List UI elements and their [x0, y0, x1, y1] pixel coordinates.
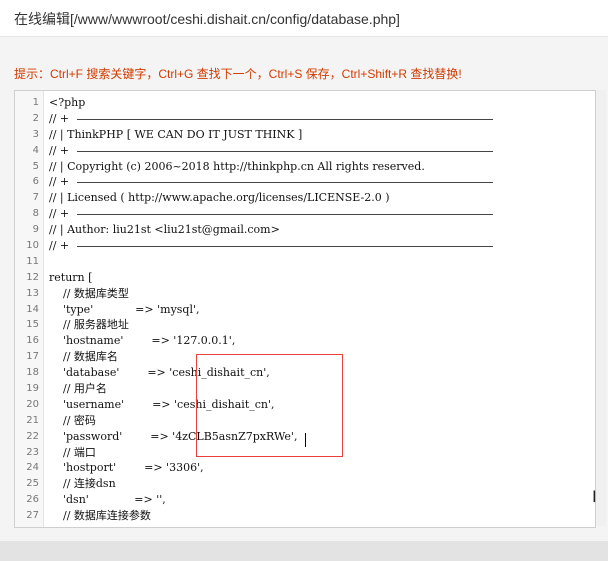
code-line[interactable]: 8 // + — [33, 206, 589, 222]
line-number: 13 — [26, 287, 39, 299]
line-number: 24 — [26, 462, 39, 474]
code-text: // + — [49, 239, 70, 253]
line-number: 11 — [26, 255, 39, 267]
window-titlebar: 在线编辑[/www/wwwroot/ceshi.dishait.cn/confi… — [0, 0, 608, 37]
code-text: 'type' => 'mysql', — [49, 302, 200, 316]
line-number: 12 — [26, 271, 39, 283]
code-text: 'hostname' => '127.0.0.1', — [49, 334, 236, 348]
code-text: // | ThinkPHP [ WE CAN DO IT JUST THINK … — [49, 127, 303, 141]
code-editor[interactable]: 1 <?php 2 // + 3 // | ThinkPHP [ WE CAN DO IT… — [14, 90, 596, 528]
code-text: // 密码 — [49, 413, 96, 427]
code-line[interactable]: 27 // 数据库连接参数 — [26, 508, 589, 524]
line-number: 20 — [26, 398, 39, 410]
line-number: 17 — [26, 351, 39, 363]
code-line[interactable]: 3 // | ThinkPHP [ WE CAN DO IT JUST THINK… — [33, 127, 589, 143]
text-cursor-icon: I — [592, 487, 597, 506]
code-line[interactable]: 4 // + — [33, 143, 589, 159]
comment-divider — [77, 246, 493, 248]
code-text: // | Copyright (c) 2006~2018 http://thin… — [49, 159, 425, 173]
code-text: 'dsn' => '', — [49, 493, 166, 507]
code-line[interactable]: 5 // | Copyright (c) 2006~2018 http://thi… — [33, 159, 589, 175]
line-number: 27 — [26, 510, 39, 522]
line-number: 10 — [26, 240, 39, 252]
code-line[interactable]: 16 'hostname' => '127.0.0.1', — [26, 333, 589, 349]
code-text: // 用户名 — [49, 382, 107, 396]
line-number: 15 — [26, 319, 39, 331]
code-text: // 数据库名 — [49, 350, 118, 364]
comment-divider — [77, 118, 493, 120]
line-number: 18 — [26, 367, 39, 379]
line-number: 2 — [32, 112, 39, 124]
line-number: 23 — [26, 446, 39, 458]
line-number: 5 — [32, 160, 39, 172]
comment-divider — [77, 214, 493, 216]
code-text: // + — [49, 175, 70, 189]
code-text: // | Licensed ( http://www.apache.org/li… — [49, 191, 390, 205]
line-number: 25 — [26, 478, 39, 490]
code-text: // 端口 — [49, 445, 96, 459]
code-line[interactable]: 15 // 服务器地址 — [26, 317, 589, 333]
code-line[interactable]: 7 // | Licensed ( http://www.apache.org/l… — [33, 190, 589, 206]
code-line[interactable]: 24 'hostport' => '3306', — [26, 460, 589, 476]
line-number: 3 — [32, 128, 39, 140]
bottom-strip — [0, 541, 608, 561]
shortcut-hint: 提示：Ctrl+F 搜索关键字，Ctrl+G 查找下一个，Ctrl+S 保存，C… — [14, 67, 462, 81]
line-number: 14 — [26, 303, 39, 315]
code-line[interactable]: 14 'type' => 'mysql', — [26, 302, 589, 318]
code-text: // 连接dsn — [49, 477, 116, 491]
code-text: // 数据库连接参数 — [49, 509, 151, 523]
line-number: 6 — [32, 176, 39, 188]
code-line[interactable]: 2 // + — [33, 111, 589, 127]
db-credentials-highlight — [196, 354, 343, 457]
code-text: // | Author: liu21st <liu21st@gmail.com> — [49, 223, 280, 237]
line-number: 22 — [26, 430, 39, 442]
line-number: 26 — [26, 494, 39, 506]
code-line[interactable]: 25 // 连接dsn — [26, 476, 589, 492]
comment-divider — [77, 182, 493, 184]
code-text: // 数据库类型 — [49, 286, 129, 300]
line-number: 4 — [32, 144, 39, 156]
code-text: 'hostport' => '3306', — [49, 461, 204, 475]
line-number: 1 — [32, 97, 39, 108]
code-line[interactable]: 12 return [ — [26, 270, 589, 286]
code-line[interactable]: 26 'dsn' => '', — [26, 492, 589, 508]
line-number: 21 — [26, 414, 39, 426]
line-number: 8 — [32, 208, 39, 220]
code-line[interactable]: 13 // 数据库类型 — [26, 286, 589, 302]
code-text: return [ — [49, 270, 93, 284]
window-title: 在线编辑[/www/wwwroot/ceshi.dishait.cn/confi… — [14, 11, 400, 27]
code-line[interactable]: 10 // + — [26, 238, 589, 254]
line-number: 16 — [26, 335, 39, 347]
line-number: 19 — [26, 383, 39, 395]
line-number: 7 — [32, 192, 39, 204]
code-area[interactable]: 1 <?php 2 // + 3 // | ThinkPHP [ WE CAN DO IT… — [26, 95, 589, 524]
code-line[interactable]: 1 <?php — [33, 95, 589, 111]
code-line[interactable]: 6 // + — [33, 174, 589, 190]
page-scrollbar[interactable] — [596, 90, 606, 526]
text-caret — [305, 433, 306, 447]
code-text: // + — [49, 207, 70, 221]
code-line[interactable]: 11 — [26, 254, 589, 270]
code-line[interactable]: 9 // | Author: liu21st <liu21st@gmail.com… — [33, 222, 589, 238]
code-text: <?php — [49, 96, 86, 109]
line-number: 9 — [32, 224, 39, 236]
code-text: // + — [49, 111, 70, 125]
code-text: // + — [49, 143, 70, 157]
comment-divider — [77, 150, 493, 152]
code-text: // 服务器地址 — [49, 318, 129, 332]
